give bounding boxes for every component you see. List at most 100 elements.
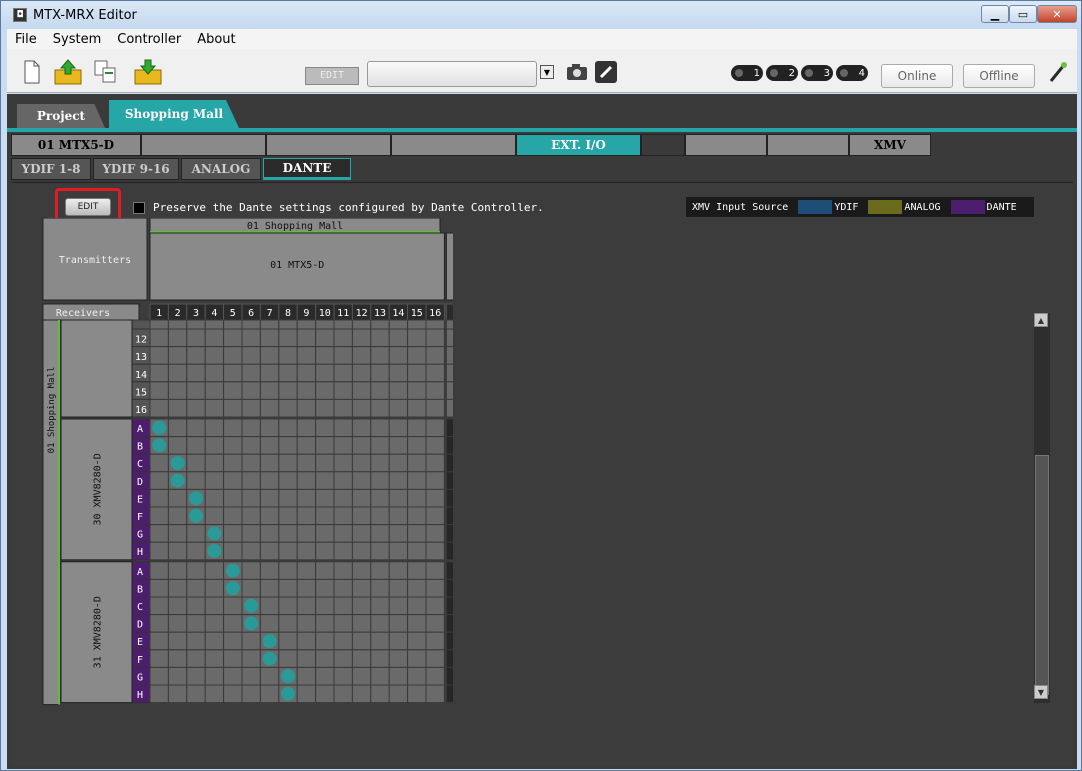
matrix-cell[interactable] — [333, 398, 353, 418]
matrix-cell[interactable] — [186, 381, 206, 400]
matrix-cell[interactable] — [407, 684, 427, 704]
matrix-cell[interactable] — [278, 631, 298, 651]
matrix-cell[interactable] — [425, 471, 445, 490]
matrix-cell[interactable] — [259, 346, 280, 365]
matrix-cell[interactable] — [167, 614, 188, 633]
matrix-cell[interactable] — [204, 614, 225, 633]
matrix-cell[interactable] — [241, 506, 261, 526]
minimize-button[interactable]: ▁ — [981, 5, 1009, 23]
matrix-cell[interactable] — [407, 614, 427, 633]
matrix-cell[interactable] — [388, 649, 409, 668]
matrix-cell[interactable] — [296, 614, 317, 633]
matrix-cell[interactable] — [296, 381, 317, 400]
matrix-cell[interactable] — [351, 541, 372, 561]
matrix-cell[interactable] — [351, 524, 372, 543]
matrix-cell[interactable] — [333, 614, 353, 633]
matrix-cell[interactable] — [445, 398, 466, 418]
matrix-cell[interactable] — [425, 436, 445, 455]
matrix-cell[interactable] — [241, 328, 261, 348]
matrix-cell[interactable] — [388, 328, 409, 348]
matrix-cell[interactable] — [186, 684, 206, 704]
matrix-cell[interactable] — [333, 363, 353, 383]
matrix-cell[interactable] — [388, 488, 409, 508]
matrix-cell[interactable] — [407, 398, 427, 418]
matrix-cell[interactable] — [425, 596, 445, 616]
matrix-cell[interactable] — [259, 596, 280, 616]
matrix-cell[interactable] — [333, 381, 353, 400]
matrix-cell[interactable] — [149, 578, 169, 598]
menu-about[interactable]: About — [197, 32, 235, 47]
matrix-cell[interactable] — [259, 684, 280, 704]
matrix-cell[interactable] — [315, 453, 335, 473]
matrix-cell[interactable] — [388, 596, 409, 616]
matrix-cell[interactable] — [333, 578, 353, 598]
matrix-cell[interactable] — [204, 488, 225, 508]
matrix-cell[interactable] — [204, 561, 225, 580]
matrix-cell[interactable] — [351, 381, 372, 400]
matrix-cell[interactable] — [388, 631, 409, 651]
preserve-dante-checkbox[interactable] — [133, 202, 145, 214]
matrix-cell[interactable] — [223, 666, 243, 686]
matrix-cell[interactable] — [315, 346, 335, 365]
matrix-cell[interactable] — [223, 381, 243, 400]
matrix-cell[interactable] — [223, 524, 243, 543]
matrix-cell[interactable] — [425, 488, 445, 508]
matrix-cell[interactable] — [425, 578, 445, 598]
matrix-cell[interactable] — [370, 614, 390, 633]
matrix-cell[interactable] — [425, 398, 445, 418]
matrix-cell[interactable] — [259, 319, 280, 330]
matrix-cell[interactable] — [425, 319, 445, 330]
matrix-cell[interactable] — [204, 506, 225, 526]
matrix-cell[interactable] — [388, 398, 409, 418]
matrix-cell[interactable] — [186, 649, 206, 668]
matrix-cell[interactable] — [186, 614, 206, 633]
matrix-cell[interactable] — [388, 561, 409, 580]
matrix-cell[interactable] — [370, 649, 390, 668]
tab-project[interactable]: Project — [17, 104, 105, 128]
matrix-cell[interactable] — [315, 436, 335, 455]
subtab-ydif-1-8[interactable]: YDIF 1-8 — [11, 158, 91, 180]
matrix-cell[interactable] — [241, 319, 261, 330]
matrix-cell[interactable] — [388, 614, 409, 633]
matrix-cell[interactable] — [167, 381, 188, 400]
matrix-cell[interactable] — [223, 453, 243, 473]
matrix-cell[interactable] — [204, 578, 225, 598]
matrix-cell[interactable] — [223, 363, 243, 383]
matrix-cell[interactable] — [370, 346, 390, 365]
matrix-cell[interactable] — [223, 436, 243, 455]
matrix-cell[interactable] — [296, 666, 317, 686]
matrix-cell[interactable] — [351, 453, 372, 473]
matrix-cell[interactable] — [241, 471, 261, 490]
matrix-cell[interactable] — [407, 666, 427, 686]
matrix-cell[interactable] — [425, 684, 445, 704]
matrix-cell[interactable] — [223, 631, 243, 651]
matrix-cell[interactable] — [241, 524, 261, 543]
matrix-cell[interactable] — [296, 541, 317, 561]
matrix-cell[interactable] — [186, 418, 206, 438]
matrix-cell[interactable] — [149, 541, 169, 561]
matrix-cell[interactable] — [186, 328, 206, 348]
matrix-cell[interactable] — [296, 561, 317, 580]
device-tab-ext-io[interactable]: EXT. I/O — [516, 134, 641, 156]
matrix-cell[interactable] — [351, 596, 372, 616]
matrix-cell[interactable] — [296, 436, 317, 455]
matrix-cell[interactable] — [315, 524, 335, 543]
matrix-cell[interactable] — [204, 471, 225, 490]
matrix-cell[interactable] — [167, 436, 188, 455]
matrix-cell[interactable] — [315, 506, 335, 526]
matrix-cell[interactable] — [425, 418, 445, 438]
matrix-cell[interactable] — [149, 649, 169, 668]
matrix-cell[interactable] — [278, 453, 298, 473]
matrix-cell[interactable] — [241, 453, 261, 473]
matrix-cell[interactable] — [241, 488, 261, 508]
matrix-cell[interactable] — [186, 631, 206, 651]
matrix-cell[interactable] — [167, 561, 188, 580]
matrix-cell[interactable] — [186, 453, 206, 473]
matrix-cell[interactable] — [223, 488, 243, 508]
matrix-cell[interactable] — [149, 319, 169, 330]
matrix-cell[interactable] — [425, 649, 445, 668]
matrix-cell[interactable] — [167, 541, 188, 561]
matrix-cell[interactable] — [167, 398, 188, 418]
matrix-cell[interactable] — [223, 614, 243, 633]
matrix-cell[interactable] — [388, 541, 409, 561]
